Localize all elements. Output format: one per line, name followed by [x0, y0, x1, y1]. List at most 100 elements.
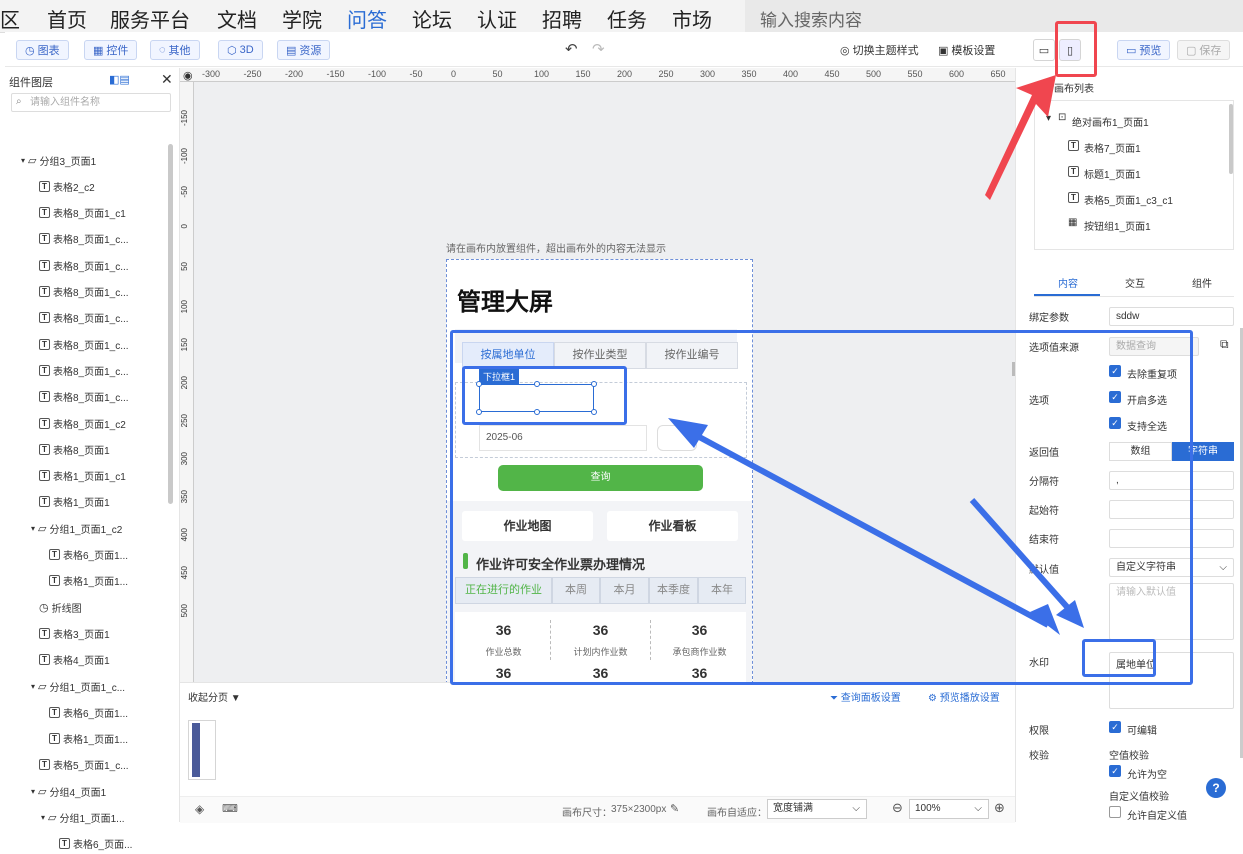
switch-theme-button[interactable]: ◎ 切换主题样式 — [840, 42, 919, 58]
highlight-dropdown — [462, 366, 627, 425]
ruler-tick-label: 0 — [180, 224, 189, 229]
tab-interaction[interactable]: 交互 — [1125, 275, 1145, 290]
tab-component[interactable]: 组件 — [1192, 275, 1212, 290]
layer-item[interactable]: T 表格8_页面1 — [39, 439, 110, 459]
preview-icon: ▭ — [1126, 44, 1137, 57]
other-button[interactable]: ◌ 其他 — [150, 40, 200, 60]
nav-item-forum[interactable]: 论坛 — [412, 4, 452, 33]
nav-item-academy[interactable]: 学院 — [282, 4, 322, 33]
tree-item[interactable]: 表格7_页面1 — [1084, 140, 1141, 155]
line-chart-icon: ◷ — [39, 601, 49, 614]
layer-scrollbar[interactable] — [168, 144, 173, 504]
layer-label: 分组1_页面1_c... — [49, 682, 126, 694]
layer-item[interactable]: T 表格8_页面1_c2 — [39, 413, 126, 433]
edit-icon[interactable]: ✎ — [670, 802, 679, 815]
preview-playback-settings[interactable]: ⚙ 预览播放设置 — [928, 689, 1000, 704]
tab-content[interactable]: 内容 — [1058, 275, 1078, 290]
ruler-tick-label: 650 — [990, 69, 1006, 79]
help-icon[interactable]: ? — [1206, 778, 1226, 798]
layer-item[interactable]: T 表格1_页面1_c1 — [39, 466, 126, 486]
nav-item-market[interactable]: 市场 — [672, 4, 712, 33]
widget-button[interactable]: ▦ 控件 — [84, 40, 138, 60]
nav-item-docs[interactable]: 文档 — [217, 4, 257, 33]
layer-group[interactable]: ▾ ▱ 分组1_页面1... — [41, 808, 125, 828]
layer-group[interactable]: ▾ ▱ 分组3_页面1 — [21, 150, 96, 170]
search-input[interactable]: 输入搜索内容 — [760, 6, 862, 31]
resource-icon: ▤ — [286, 44, 297, 57]
layer-group[interactable]: ▾ ▱ 分组1_页面1_c2 — [31, 518, 122, 538]
bottom-panel: 收起分页 ▼ ⏷ 查询面板设置 ⚙ 预览播放设置 ◈ ⌨ 画布尺寸： 375×2… — [180, 682, 1015, 823]
ruler-tick-label: 250 — [180, 414, 189, 428]
nav-item-service[interactable]: 服务平台 — [110, 4, 190, 33]
bind-param-input[interactable]: sddw — [1109, 307, 1234, 326]
tree-item[interactable]: 按钮组1_页面1 — [1084, 218, 1151, 233]
close-icon[interactable]: ✕ — [161, 71, 173, 88]
layer-item[interactable]: T 表格6_页面1... — [49, 545, 128, 565]
ruler-tick-label: 400 — [180, 528, 189, 542]
tree-scrollbar[interactable] — [1229, 104, 1233, 174]
template-settings-button[interactable]: ▣ 模板设置 — [938, 42, 995, 58]
custom-check-label: 自定义值校验 — [1109, 792, 1169, 803]
tree-item[interactable]: 标题1_页面1 — [1084, 166, 1141, 181]
zoom-select[interactable]: 100% ⌵ — [909, 799, 989, 819]
eye-icon[interactable]: ◉ — [183, 69, 193, 82]
layer-item[interactable]: T 表格6_页面1... — [49, 702, 128, 722]
3d-button[interactable]: ⬡ 3D — [218, 40, 263, 60]
layer-item[interactable]: T 表格8_页面1_c... — [39, 282, 129, 302]
editable-checkbox[interactable]: ✓ — [1109, 721, 1121, 733]
3d-button-label: 3D — [239, 44, 254, 56]
layer-item[interactable]: T 表格1_页面1... — [49, 571, 128, 591]
nav-item-home[interactable]: 首页 — [47, 4, 87, 33]
theme-icon: ◎ — [840, 44, 850, 57]
layout-icon[interactable]: ◧▤ — [109, 73, 130, 86]
nav-item-qa[interactable]: 问答 — [347, 4, 387, 33]
zoom-out-icon[interactable]: ⊖ — [892, 800, 903, 816]
layer-item[interactable]: T 表格3_页面1 — [39, 623, 110, 643]
nav-item-jobs[interactable]: 招聘 — [542, 4, 582, 33]
tree-item[interactable]: 表格5_页面1_c3_c1 — [1084, 192, 1173, 207]
preview-settings-label: 预览播放设置 — [939, 693, 1000, 704]
layer-item[interactable]: T 表格8_页面1_c... — [39, 308, 129, 328]
zoom-in-icon[interactable]: ⊕ — [994, 800, 1005, 816]
chart-button[interactable]: ◷ 图表 — [16, 40, 69, 60]
layer-item[interactable]: T 表格8_页面1_c1 — [39, 203, 126, 223]
ruler-tick-label: 450 — [180, 566, 189, 580]
layers-icon[interactable]: ◈ — [195, 802, 204, 816]
tree-item[interactable]: 绝对画布1_页面1 — [1072, 114, 1149, 129]
layer-item[interactable]: T 表格1_页面1... — [49, 729, 128, 749]
query-panel-label: 查询面板设置 — [840, 693, 901, 704]
caret-down-icon[interactable]: ▾ — [1046, 113, 1051, 124]
copy-icon[interactable]: ⧉ — [1220, 337, 1229, 352]
layer-item[interactable]: T 表格8_页面1_c... — [39, 255, 129, 275]
layer-item[interactable]: T 表格5_页面1_c... — [39, 755, 129, 775]
layer-item[interactable]: T 表格8_页面1_c... — [39, 334, 129, 354]
layer-item[interactable]: T 表格6_页面... — [59, 834, 132, 854]
layer-item[interactable]: T 表格8_页面1_c... — [39, 360, 129, 380]
ruler-tick-label: 150 — [180, 338, 189, 352]
keyboard-icon[interactable]: ⌨ — [222, 802, 238, 815]
preview-button[interactable]: ▭ 预览 — [1117, 40, 1171, 60]
adapt-select[interactable]: 宽度铺满 ⌵ — [767, 799, 867, 819]
query-panel-settings[interactable]: ⏷ 查询面板设置 — [830, 689, 901, 704]
desktop-view-button[interactable]: ▭ — [1033, 39, 1055, 61]
undo-icon[interactable]: ↶ — [565, 40, 578, 58]
redo-icon[interactable]: ↷ — [592, 40, 605, 58]
allow-custom-checkbox[interactable] — [1109, 806, 1121, 818]
layer-item[interactable]: T 表格1_页面1 — [39, 492, 110, 512]
save-button[interactable]: ▢ 保存 — [1177, 40, 1231, 60]
nav-item-tasks[interactable]: 任务 — [607, 4, 647, 33]
layer-item[interactable]: T 表格8_页面1_c... — [39, 229, 129, 249]
layer-item[interactable]: ◷ 折线图 — [39, 597, 82, 617]
collapse-pages-button[interactable]: 收起分页 ▼ — [188, 689, 241, 704]
layer-item[interactable]: T 表格2_c2 — [39, 176, 95, 196]
nav-item-cert[interactable]: 认证 — [477, 4, 517, 33]
page-thumbnail[interactable] — [188, 720, 216, 780]
layer-item[interactable]: T 表格8_页面1_c... — [39, 387, 129, 407]
layer-group[interactable]: ▾ ▱ 分组4_页面1 — [31, 781, 106, 801]
layer-item[interactable]: T 表格4_页面1 — [39, 650, 110, 670]
layer-search-input[interactable]: 请输入组件名称 — [11, 93, 171, 112]
resource-button[interactable]: ▤ 资源 — [277, 40, 331, 60]
allow-empty-checkbox[interactable]: ✓ — [1109, 765, 1121, 777]
layer-group[interactable]: ▾ ▱ 分组1_页面1_c... — [31, 676, 125, 696]
text-icon: T — [39, 312, 50, 324]
